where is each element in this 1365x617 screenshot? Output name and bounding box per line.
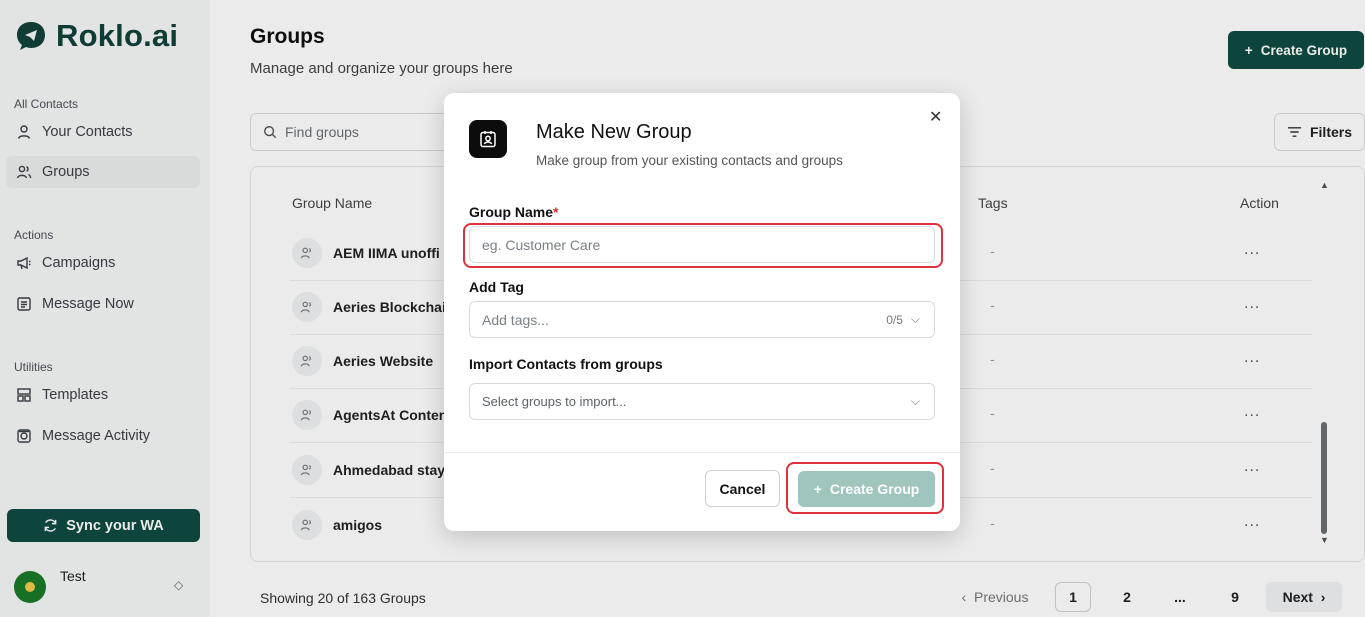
group-name-input[interactable]: eg. Customer Care	[469, 226, 935, 263]
plus-icon: +	[813, 481, 822, 497]
create-group-submit-label: Create Group	[829, 481, 920, 497]
add-tag-placeholder: Add tags...	[482, 311, 549, 328]
required-mark: *	[553, 204, 559, 220]
dialog-subtitle: Make group from your existing contacts a…	[536, 153, 843, 168]
close-icon[interactable]: ✕	[929, 107, 942, 127]
group-name-label-text: Group Name	[469, 204, 554, 220]
tag-count: 0/5	[886, 312, 903, 327]
group-name-placeholder: eg. Customer Care	[482, 236, 601, 253]
chevron-down-icon: ⌵	[910, 312, 920, 326]
make-group-dialog: Make New Group Make group from your exis…	[444, 93, 960, 531]
dialog-divider	[444, 452, 960, 453]
contact-card-icon	[469, 120, 507, 158]
dialog-title: Make New Group	[536, 121, 692, 143]
cancel-button[interactable]: Cancel	[705, 470, 780, 507]
import-groups-placeholder: Select groups to import...	[482, 394, 627, 409]
chevron-down-icon: ⌵	[910, 394, 920, 408]
import-contacts-label: Import Contacts from groups	[469, 356, 663, 372]
add-tag-input[interactable]: Add tags... 0/5 ⌵	[469, 301, 935, 338]
import-groups-select[interactable]: Select groups to import... ⌵	[469, 383, 935, 420]
tag-counter: 0/5 ⌵	[886, 312, 920, 327]
add-tag-label: Add Tag	[469, 279, 524, 295]
group-name-label: Group Name*	[469, 204, 558, 220]
create-group-submit-button[interactable]: + Create Group	[798, 471, 935, 507]
